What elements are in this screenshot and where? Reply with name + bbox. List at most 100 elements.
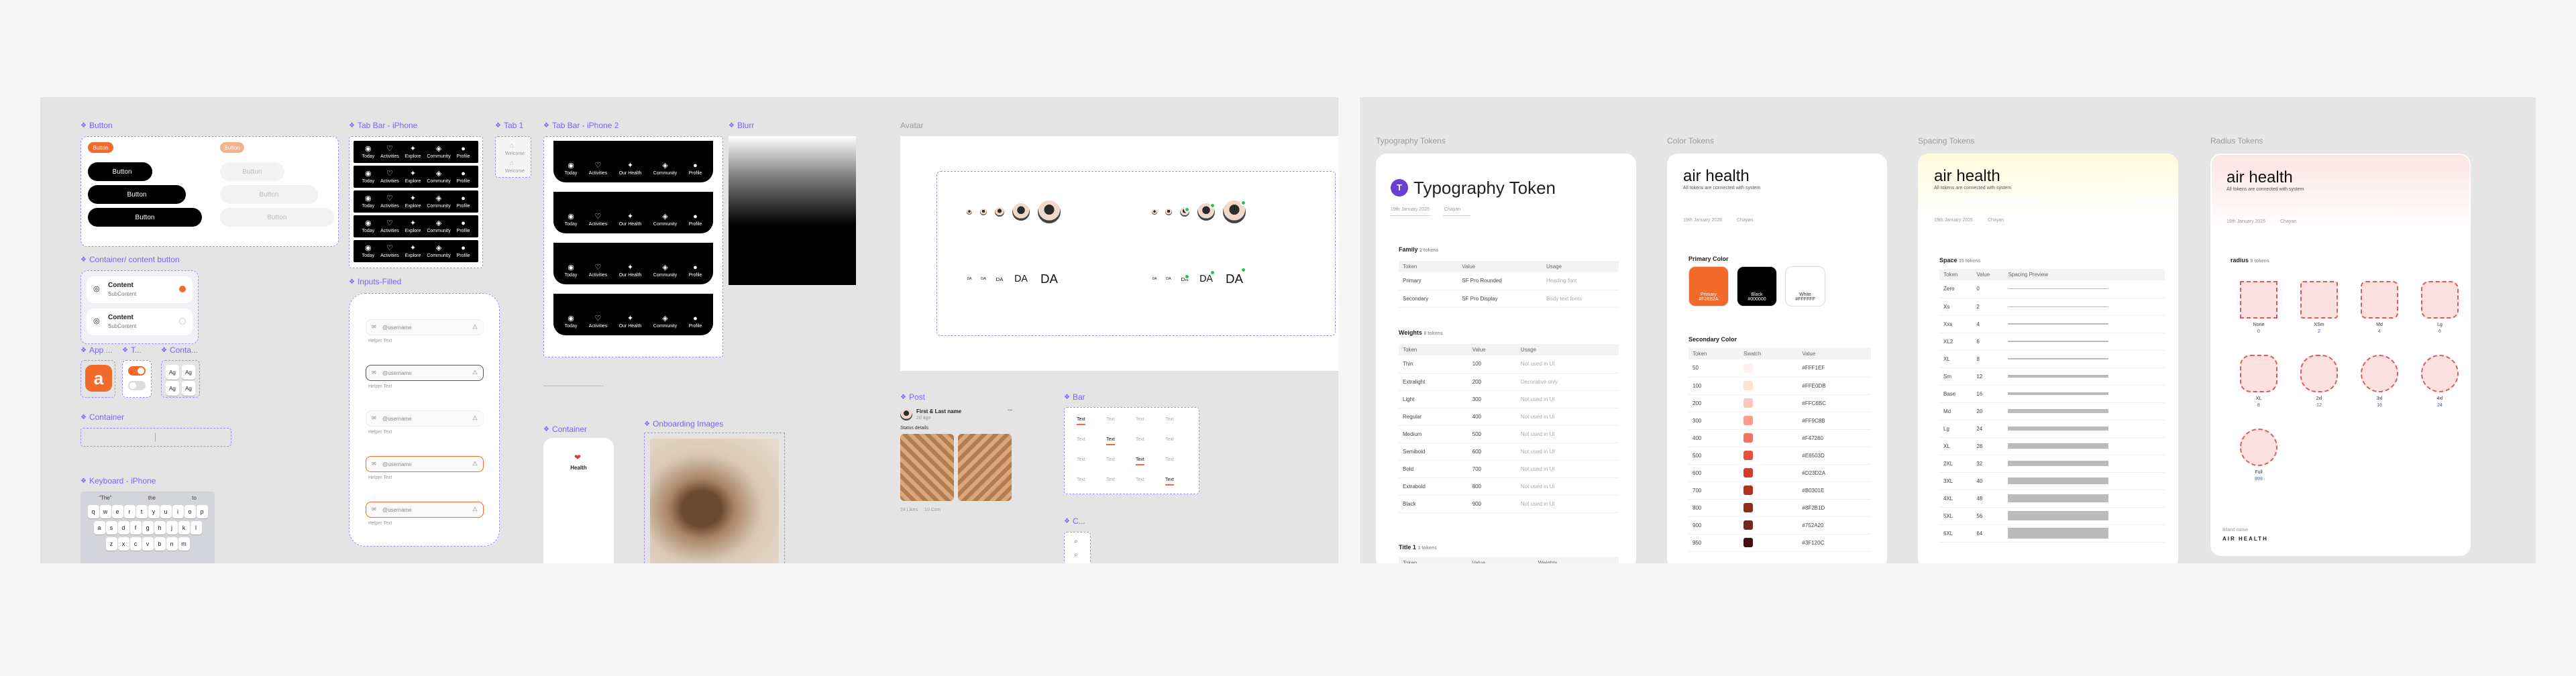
radius-card[interactable]: air health All tokens are connected with… — [2210, 154, 2471, 556]
table-row[interactable]: XL 28 — [1939, 437, 2165, 455]
table-row[interactable]: 5XL 56 — [1939, 507, 2165, 525]
table-row[interactable]: Semibold 600 Not used in UI — [1399, 443, 1619, 461]
key[interactable]: k — [178, 521, 190, 534]
avatar[interactable] — [1165, 209, 1172, 215]
frame-label-bar[interactable]: ❖ Bar — [1064, 392, 1085, 402]
table-row[interactable]: Regular 400 Not used in UI — [1399, 408, 1619, 426]
frame-label-tab-bar[interactable]: ❖ Tab Bar - iPhone — [349, 121, 417, 130]
avatar[interactable]: DA — [995, 274, 1004, 284]
bar-frame[interactable]: Text Text Text Text Text Text Text Text Text Text… — [1064, 407, 1199, 494]
post-avatar[interactable] — [900, 408, 912, 420]
content-button-2[interactable]: ◎ Content SubContent — [87, 308, 193, 335]
tab-bar-frame[interactable]: ◉ Today ♡ Activities ✦ Explore ◈ Community ● Prof… — [349, 136, 483, 268]
tab-item[interactable]: ✦ Explore — [405, 170, 421, 184]
tab-item[interactable]: ◉ Today — [565, 315, 578, 329]
tab-bar[interactable]: ◉ Today ♡ Activities ✦ Explore ◈ Community ● Prof… — [354, 190, 478, 213]
tab-item[interactable]: ♡ Activities — [589, 264, 608, 278]
frame-label-app[interactable]: ❖ App ... — [80, 345, 113, 355]
onboarding-frame[interactable] — [644, 433, 785, 563]
table-row[interactable]: 700 #B0301E — [1688, 482, 1871, 500]
segment-tab[interactable]: Text — [1165, 417, 1174, 424]
section-label-radius[interactable]: Radius Tokens — [2210, 136, 2263, 146]
key[interactable]: y — [148, 505, 160, 518]
key[interactable]: e — [111, 505, 123, 518]
key[interactable]: b — [154, 537, 166, 551]
segment-tab[interactable]: Text — [1106, 437, 1115, 445]
suggestion[interactable]: "The" — [99, 495, 111, 501]
tab-item[interactable]: ✦ Our Health — [619, 315, 642, 329]
tab-bar[interactable]: ◉ Today ♡ Activities ✦ Our Health ◈ Community ● P… — [553, 192, 713, 233]
contact-frame[interactable]: Ag Ag Ag Ag — [161, 360, 200, 398]
key[interactable]: t — [136, 505, 148, 518]
segment-tab[interactable]: Text — [1165, 457, 1174, 464]
table-row[interactable]: Lg 24 — [1939, 420, 2165, 438]
key[interactable]: j — [166, 521, 178, 534]
tab-item[interactable]: ✦ Explore — [405, 219, 421, 233]
tab-item[interactable]: ◈ Community — [427, 219, 450, 233]
disabled-button-1[interactable]: Button — [220, 162, 284, 181]
suggestion[interactable]: the — [148, 495, 156, 501]
table-row[interactable]: XL2 6 — [1939, 333, 2165, 351]
chip[interactable]: Ag — [166, 381, 179, 396]
more-icon[interactable]: ••• — [1008, 408, 1012, 413]
toggle-off[interactable] — [128, 381, 146, 390]
c-frame[interactable]: ⌕ ⌕ — [1064, 532, 1091, 563]
segment-tab[interactable]: Text — [1077, 457, 1085, 464]
tab-item[interactable]: ◈ Community — [653, 315, 677, 329]
radio-selected-icon[interactable] — [179, 286, 186, 292]
tab-item[interactable]: ♡ Activities — [380, 170, 399, 184]
text-input[interactable]: ✉ @username ⚠ — [366, 365, 484, 381]
segment-tab[interactable]: Text — [1077, 477, 1085, 484]
search-icon[interactable]: ⌕ — [1074, 551, 1078, 559]
disabled-pill-button[interactable]: Button — [220, 142, 244, 153]
tab-item[interactable]: ◈ Community — [653, 264, 677, 278]
tab-item[interactable]: ● Profile — [457, 145, 470, 159]
table-row[interactable]: 100 #FFE0DB — [1688, 377, 1871, 395]
tab-item[interactable]: ◉ Today — [565, 213, 578, 227]
table-row[interactable]: Black 900 Not used in UI — [1399, 495, 1619, 513]
avatar[interactable] — [1012, 203, 1030, 221]
tab-bar[interactable]: ◉ Today ♡ Activities ✦ Explore ◈ Community ● Prof… — [354, 141, 478, 163]
tab-item[interactable]: ◉ Today — [565, 264, 578, 278]
table-row[interactable]: 400 #F47260 — [1688, 429, 1871, 447]
search-icon[interactable]: ⌕ — [1074, 538, 1078, 545]
tab-bar[interactable]: ◉ Today ♡ Activities ✦ Explore ◈ Community ● Prof… — [354, 240, 478, 262]
table-row[interactable]: Extralight 200 Decorative only — [1399, 373, 1619, 391]
radius-swatch[interactable] — [2361, 355, 2398, 392]
frame-label-blur[interactable]: ❖ Blurr — [729, 121, 754, 130]
segment-tab[interactable]: Text — [1165, 477, 1174, 486]
tab-item[interactable]: ● Profile — [688, 213, 702, 227]
radius-swatch[interactable] — [2300, 281, 2338, 319]
orange-pill-button[interactable]: Button — [88, 142, 113, 153]
avatar[interactable]: DA — [1152, 276, 1157, 282]
disabled-button-2[interactable]: Button — [220, 185, 318, 204]
segment-tab[interactable]: Text — [1136, 417, 1144, 424]
table-row[interactable]: Primary SF Pro Rounded Heading font — [1399, 272, 1619, 290]
table-row[interactable]: 3XL 40 — [1939, 472, 2165, 490]
tab-item[interactable]: ● Profile — [688, 315, 702, 329]
tab-bar[interactable]: ◉ Today ♡ Activities ✦ Our Health ◈ Community ● P… — [553, 294, 713, 335]
post-card[interactable]: First & Last name 2d ago ••• Status deta… — [900, 406, 1028, 520]
segment-tab[interactable]: Text — [1165, 437, 1174, 444]
tab-item[interactable]: ♡ Activities — [589, 162, 608, 176]
text-input[interactable]: ✉ @username ⚠ — [366, 319, 484, 335]
tab-item[interactable]: ● Profile — [457, 194, 470, 209]
frame-label-contact[interactable]: ❖ Conta... — [161, 345, 198, 355]
table-row[interactable]: 300 #FF9C8B — [1688, 412, 1871, 430]
tab-item[interactable]: ● Profile — [457, 244, 470, 258]
key[interactable]: s — [105, 521, 117, 534]
key[interactable]: p — [196, 505, 208, 518]
dark-button-2[interactable]: Button — [88, 185, 186, 204]
frame-label-tab1[interactable]: ❖ Tab 1 — [495, 121, 523, 130]
chip[interactable]: Ag — [166, 365, 179, 380]
dark-button-3[interactable]: Button — [88, 208, 202, 227]
content-button-1[interactable]: ◎ Content SubContent — [87, 276, 193, 303]
tab-bar[interactable]: ◉ Today ♡ Activities ✦ Explore ◈ Community ● Prof… — [354, 166, 478, 188]
table-row[interactable]: Xxs 4 — [1939, 315, 2165, 333]
key[interactable]: q — [87, 505, 99, 518]
tab-item[interactable]: ◈ Community — [427, 145, 450, 159]
tab-item[interactable]: ● Profile — [688, 264, 702, 278]
radius-swatch[interactable] — [2240, 429, 2277, 466]
tab-item[interactable]: ✦ Explore — [405, 244, 421, 258]
key[interactable]: w — [99, 505, 111, 518]
